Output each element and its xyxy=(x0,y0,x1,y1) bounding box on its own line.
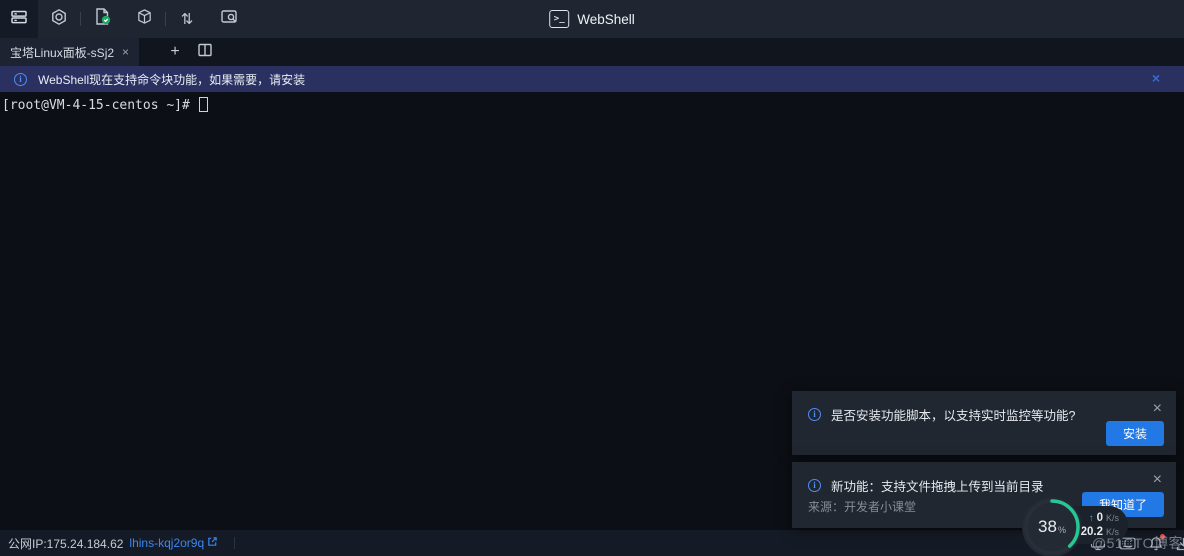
sort-arrows-icon: ⇅ xyxy=(181,10,194,28)
install-button[interactable]: 安装 xyxy=(1106,421,1164,446)
webshell-window: ⇅ >_ WebShell 宝塔Linux面板-sSj2 × + i WebSh… xyxy=(0,0,1184,556)
keyboard-icon xyxy=(1119,537,1136,555)
split-view-button[interactable] xyxy=(193,42,217,63)
toast-install-monitor: i 是否安装功能脚本，以支持实时监控等功能? × 安装 xyxy=(792,391,1176,455)
sessions-button[interactable] xyxy=(0,0,38,38)
status-bar: 公网IP:175.24.184.62 lhins-kqj2or9q xyxy=(0,530,1184,556)
download-button[interactable] xyxy=(1176,537,1184,556)
toast-close-icon[interactable]: × xyxy=(1153,472,1162,488)
file-check-icon xyxy=(93,7,112,31)
window-search-icon xyxy=(220,8,238,31)
terminal-prompt-line: [root@VM-4-15-centos ~]# xyxy=(2,97,208,114)
notice-close-icon[interactable]: × xyxy=(1152,70,1160,86)
toast-message: 是否安装功能脚本，以支持实时监控等功能? xyxy=(831,405,1075,424)
notice-message: WebShell现在支持命令块功能，如果需要，请安装 xyxy=(38,71,305,88)
toast-source: 来源：开发者小课堂 xyxy=(808,498,916,515)
tab-title: 宝塔Linux面板-sSj2 xyxy=(10,44,114,61)
file-tasks-button[interactable] xyxy=(81,0,123,38)
status-divider xyxy=(234,537,235,549)
upload-unit: K/s xyxy=(1106,512,1119,525)
gauge-percent-value: 38 xyxy=(1038,517,1057,537)
notification-button[interactable] xyxy=(1149,536,1163,556)
gear-icon xyxy=(50,8,68,31)
gauge-label: 38 % xyxy=(1020,495,1084,556)
keyboard-button[interactable] xyxy=(1119,537,1136,555)
new-tab-button[interactable]: + xyxy=(163,43,187,61)
tab-baota-linux[interactable]: 宝塔Linux面板-sSj2 × xyxy=(0,38,139,66)
server-list-icon xyxy=(10,8,28,31)
toast-message: 新功能：支持文件拖拽上传到当前目录 xyxy=(831,476,1044,495)
download-icon xyxy=(1176,537,1184,556)
load-gauge[interactable]: 38 % xyxy=(1020,495,1084,556)
settings-button[interactable] xyxy=(38,0,80,38)
window-title-area: >_ WebShell xyxy=(549,0,635,38)
terminal-icon: >_ xyxy=(549,10,569,28)
toast-message-row: i 新功能：支持文件拖拽上传到当前目录 xyxy=(792,462,1176,495)
package-button[interactable] xyxy=(123,0,165,38)
terminal-prompt: [root@VM-4-15-centos ~]# xyxy=(2,98,198,113)
info-icon: i xyxy=(14,73,27,86)
notification-badge xyxy=(1160,534,1165,539)
window-search-button[interactable] xyxy=(208,0,250,38)
split-view-icon xyxy=(197,42,213,63)
info-icon: i xyxy=(808,408,821,421)
instance-link-text: lhins-kqj2or9q xyxy=(129,536,204,550)
terminal-cursor xyxy=(199,97,208,112)
tab-close-icon[interactable]: × xyxy=(122,45,129,59)
sort-sessions-button[interactable]: ⇅ xyxy=(166,0,208,38)
notice-bar: i WebShell现在支持命令块功能，如果需要，请安装 × xyxy=(0,66,1184,92)
bell-icon xyxy=(1149,536,1163,556)
top-toolbar: ⇅ >_ WebShell xyxy=(0,0,1184,38)
tab-bar: 宝塔Linux面板-sSj2 × + xyxy=(0,38,1184,66)
download-unit: K/s xyxy=(1106,526,1119,539)
upload-value: 0 xyxy=(1097,512,1103,525)
toast-message-row: i 是否安装功能脚本，以支持实时监控等功能? xyxy=(792,391,1176,424)
external-link-icon xyxy=(207,536,218,550)
instance-link[interactable]: lhins-kqj2or9q xyxy=(129,536,218,550)
upload-arrow-icon: ↑ xyxy=(1089,512,1094,525)
window-title: WebShell xyxy=(577,12,635,27)
public-ip-label: 公网IP:175.24.184.62 xyxy=(8,535,123,552)
gauge-percent-sign: % xyxy=(1058,525,1066,535)
toast-close-icon[interactable]: × xyxy=(1153,401,1162,417)
info-icon: i xyxy=(808,479,821,492)
package-box-icon xyxy=(136,8,153,30)
